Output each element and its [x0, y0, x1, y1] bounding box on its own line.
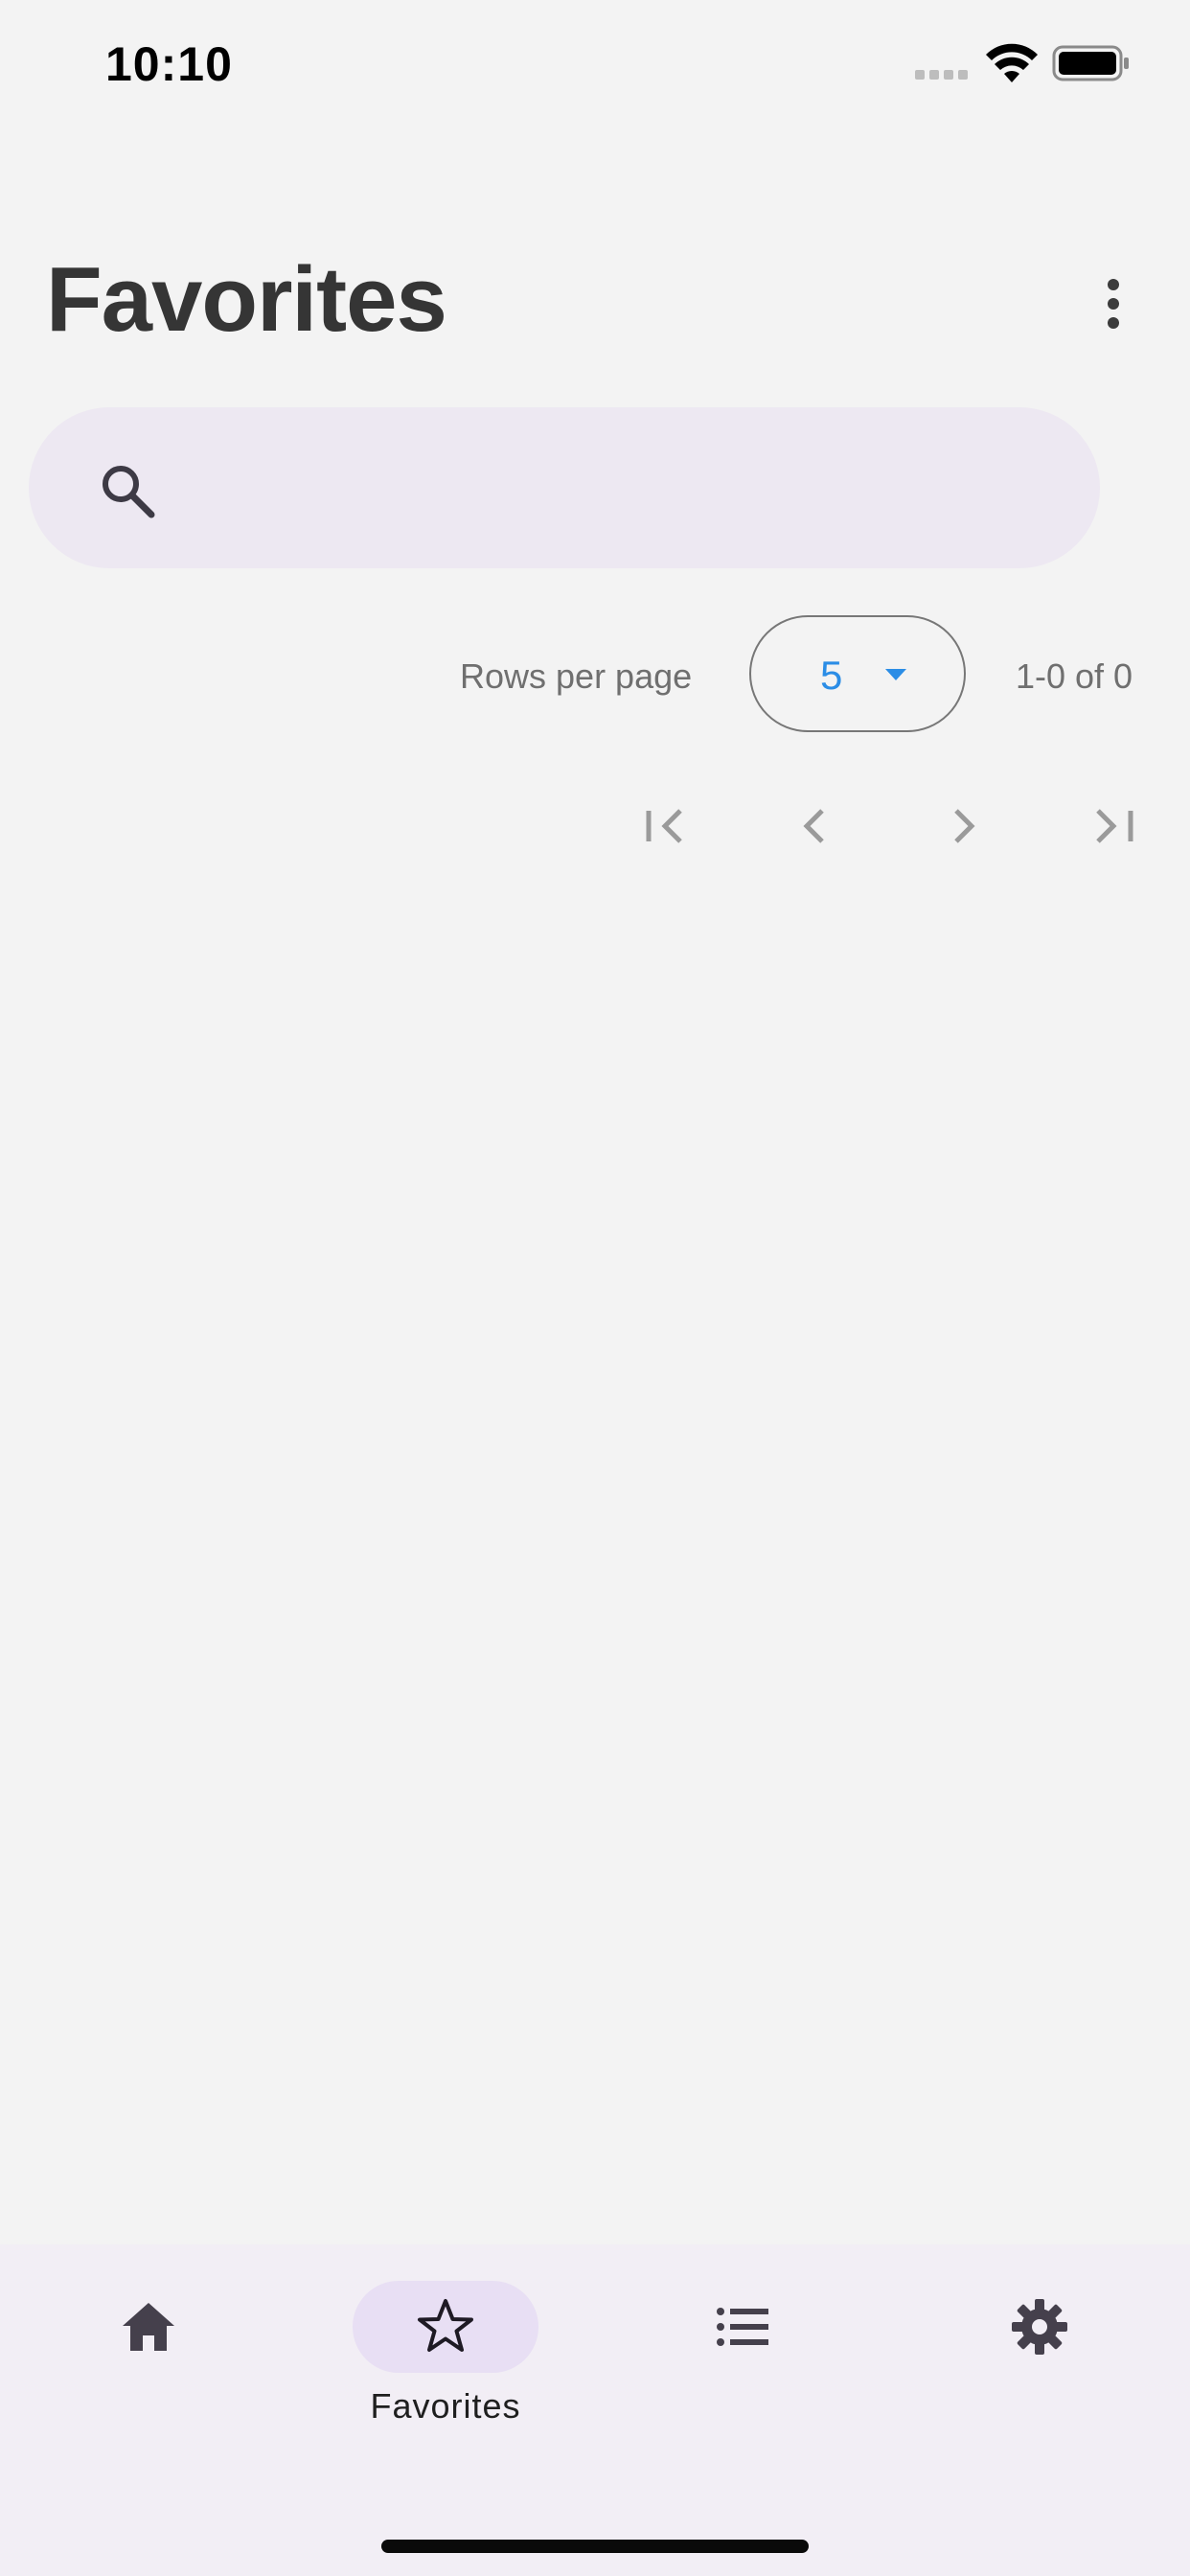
nav-active-indicator	[353, 2281, 538, 2373]
nav-item-list[interactable]	[594, 2244, 891, 2484]
last-page-icon	[1096, 809, 1133, 843]
search-icon	[103, 466, 155, 518]
rows-per-page-label: Rows per page	[460, 656, 693, 696]
battery-icon	[1052, 45, 1129, 81]
page-title: Favorites	[46, 248, 447, 351]
nav-label-favorites: Favorites	[370, 2386, 521, 2426]
home-indicator[interactable]	[381, 2540, 809, 2553]
status-time: 10:10	[105, 37, 233, 91]
previous-page-button[interactable]	[776, 795, 853, 857]
gear-icon	[1012, 2299, 1067, 2355]
rows-per-page-select[interactable]: 5	[749, 615, 966, 732]
wifi-icon	[986, 43, 1038, 82]
next-page-button[interactable]	[926, 795, 1002, 857]
chevron-right-icon	[954, 809, 975, 843]
list-icon	[717, 2308, 768, 2346]
first-page-button[interactable]	[629, 795, 705, 857]
bottom-navigation-bar: Favorites	[0, 2244, 1190, 2576]
search-input[interactable]	[182, 446, 1048, 532]
nav-item-settings[interactable]	[891, 2244, 1188, 2484]
more-options-button[interactable]	[1083, 270, 1144, 337]
rows-per-page-value: 5	[820, 653, 843, 698]
pagination-range: 1-0 of 0	[1016, 656, 1133, 696]
cellular-signal-icon	[915, 68, 971, 81]
nav-item-home[interactable]	[0, 2244, 297, 2484]
chevron-left-icon	[803, 809, 824, 843]
star-outline-icon	[418, 2299, 473, 2352]
search-bar[interactable]	[29, 407, 1100, 568]
first-page-icon	[646, 809, 682, 843]
last-page-button[interactable]	[1077, 795, 1154, 857]
favorites-screen: 10:10 Favorites Rows per page 5 1-0 of 0…	[0, 0, 1190, 2576]
arrow-drop-down-icon	[885, 669, 906, 680]
nav-item-favorites[interactable]: Favorites	[297, 2244, 594, 2484]
more-vert-icon	[1108, 279, 1119, 290]
home-icon	[123, 2303, 174, 2351]
status-bar: 10:10	[0, 0, 1190, 134]
